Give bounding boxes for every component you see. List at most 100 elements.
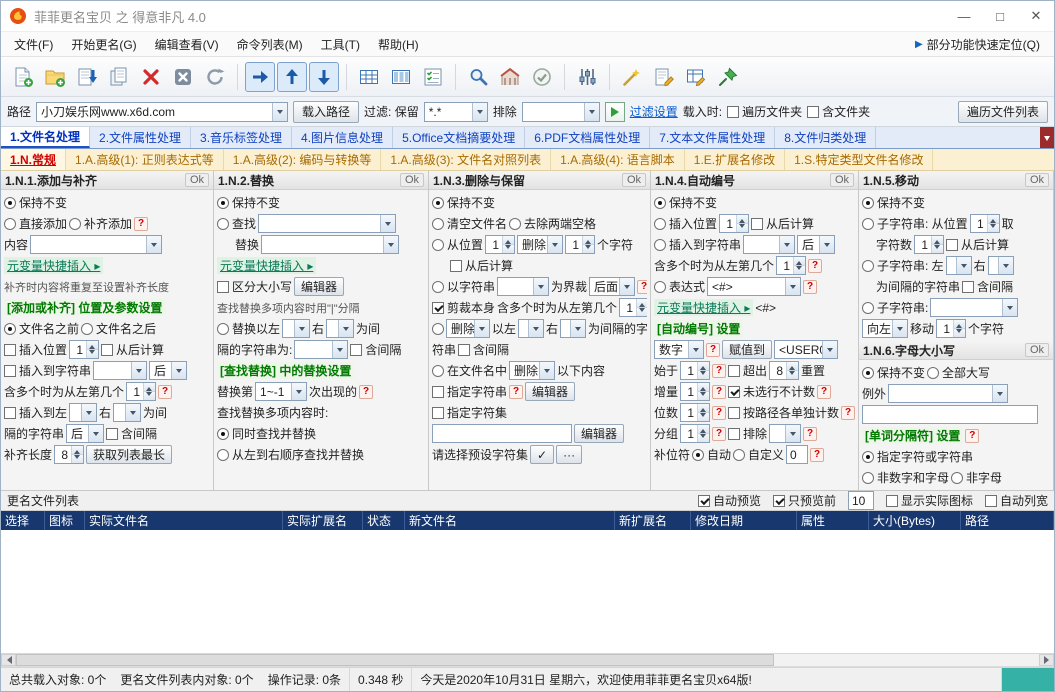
radio-icon[interactable] — [509, 217, 522, 230]
checkbox-icon[interactable] — [101, 343, 114, 356]
spin-up-icon[interactable] — [503, 236, 515, 245]
spin-down-icon[interactable] — [698, 434, 710, 442]
magic-wand-icon[interactable] — [617, 62, 647, 92]
spin-up-icon[interactable] — [698, 383, 710, 392]
radio-option[interactable]: 子字符串: — [862, 299, 928, 316]
spinner-arrows[interactable] — [636, 299, 647, 316]
spin-up-icon[interactable] — [144, 383, 156, 392]
radio-option[interactable]: 插入位置 — [654, 215, 717, 232]
checkbox-icon[interactable] — [772, 494, 785, 507]
spinner-arrows[interactable] — [793, 257, 806, 274]
checkbox-option[interactable]: 从后计算 — [751, 215, 814, 232]
radio-icon[interactable] — [862, 450, 874, 463]
checkbox-icon[interactable] — [432, 406, 444, 419]
spin-down-icon[interactable] — [583, 245, 595, 253]
checkbox-icon[interactable] — [751, 217, 764, 230]
value-select[interactable]: 数字 — [654, 340, 704, 359]
help-button[interactable]: ? — [706, 342, 720, 357]
text-input[interactable] — [432, 424, 572, 443]
radio-option[interactable]: 文件名之后 — [81, 320, 156, 337]
radio-icon[interactable] — [862, 196, 874, 209]
radio-icon[interactable] — [654, 217, 666, 230]
spin-up-icon[interactable] — [637, 299, 647, 308]
radio-icon[interactable] — [4, 196, 16, 209]
column-header[interactable]: 状态 — [363, 511, 405, 530]
main-tab-7[interactable]: 7.文本文件属性处理 — [650, 127, 776, 148]
radio-icon[interactable] — [654, 196, 666, 209]
spin-down-icon[interactable] — [72, 455, 84, 463]
edit-grid-icon[interactable] — [681, 62, 711, 92]
menu-item-1[interactable]: 开始更名(G) — [62, 33, 145, 56]
path-input[interactable]: 小刀娱乐网www.x6d.com — [36, 101, 289, 122]
main-tab-3[interactable]: 3.音乐标签处理 — [191, 127, 293, 148]
menu-item-5[interactable]: 帮助(H) — [369, 33, 428, 56]
radio-option[interactable]: 保持不变 — [862, 364, 925, 381]
ok-button[interactable]: Ok — [184, 173, 209, 187]
chevron-down-icon[interactable] — [997, 257, 1013, 274]
clear-list-icon[interactable] — [168, 62, 198, 92]
radio-icon[interactable] — [692, 448, 705, 461]
chevron-down-icon[interactable] — [125, 404, 141, 421]
help-button[interactable]: ? — [803, 279, 818, 294]
chevron-down-icon[interactable] — [688, 341, 703, 358]
checkbox-option[interactable]: 含间隔 — [458, 341, 509, 358]
add-folder-icon[interactable] — [40, 62, 70, 92]
chevron-down-icon[interactable] — [88, 425, 104, 442]
spin-down-icon[interactable] — [987, 224, 999, 232]
radio-option[interactable]: 非数字和字母 — [862, 469, 949, 486]
radio-icon[interactable] — [733, 448, 746, 461]
spin-down-icon[interactable] — [954, 329, 966, 337]
radio-icon[interactable] — [81, 322, 94, 335]
checkbox-option[interactable]: 插入到左 — [4, 404, 67, 421]
copy-list-icon[interactable] — [104, 62, 134, 92]
chevron-down-icon[interactable] — [822, 341, 838, 358]
number-spinner[interactable]: 1 — [680, 403, 711, 422]
help-button[interactable]: ? — [637, 279, 647, 294]
checkbox-icon[interactable] — [728, 427, 741, 440]
radio-option[interactable]: 自动 — [692, 446, 731, 463]
help-button[interactable]: ? — [359, 384, 374, 399]
checkbox-icon[interactable] — [350, 343, 363, 356]
chevron-down-icon[interactable] — [380, 215, 396, 232]
radio-icon[interactable] — [862, 301, 874, 314]
radio-option[interactable] — [432, 322, 444, 335]
checkbox-option[interactable]: 自动预览 — [697, 492, 761, 509]
chevron-down-icon[interactable] — [892, 320, 907, 337]
value-select[interactable]: <#> — [707, 277, 802, 296]
main-tab-8[interactable]: 8.文件归类处理 — [775, 127, 877, 148]
spin-up-icon[interactable] — [698, 425, 710, 434]
radio-option[interactable]: 以字符串 — [432, 278, 495, 295]
ok-button[interactable]: Ok — [621, 173, 646, 187]
spin-up-icon[interactable] — [698, 404, 710, 413]
column-header[interactable]: 实际扩展名 — [283, 511, 363, 530]
main-tab-4[interactable]: 4.图片信息处理 — [292, 127, 394, 148]
spinner-arrows[interactable] — [953, 320, 966, 337]
help-button[interactable]: ? — [965, 428, 980, 443]
number-spinner[interactable]: 1 — [936, 319, 967, 338]
checkbox-icon[interactable] — [106, 427, 119, 440]
main-tab-5[interactable]: 5.Office文档摘要处理 — [393, 127, 526, 148]
spinner-arrows[interactable] — [697, 362, 710, 379]
radio-icon[interactable] — [654, 238, 666, 251]
checkbox-icon[interactable] — [432, 301, 444, 314]
value-select[interactable]: 后 — [797, 235, 836, 254]
apply-filter-button[interactable] — [604, 101, 625, 122]
chevron-down-icon[interactable] — [81, 404, 97, 421]
help-button[interactable]: ? — [712, 405, 727, 420]
value-select[interactable] — [261, 235, 400, 254]
column-header[interactable]: 修改日期 — [691, 511, 797, 530]
value-select[interactable]: 向左 — [862, 319, 908, 338]
minimize-button[interactable]: — — [946, 1, 982, 31]
radio-icon[interactable] — [217, 448, 229, 461]
radio-icon[interactable] — [432, 238, 444, 251]
ok-button[interactable]: Ok — [829, 173, 854, 187]
value-select[interactable] — [743, 235, 796, 254]
column-header[interactable]: 大小(Bytes) — [869, 511, 961, 530]
radio-option[interactable]: 清空文件名 — [432, 215, 507, 232]
radio-option[interactable]: 保持不变 — [862, 194, 925, 211]
chevron-down-icon[interactable] — [291, 383, 307, 400]
checkbox-option[interactable]: 从后计算 — [450, 257, 513, 274]
scroll-thumb[interactable] — [16, 654, 775, 666]
menu-item-0[interactable]: 文件(F) — [5, 33, 62, 56]
value-select[interactable] — [93, 361, 148, 380]
